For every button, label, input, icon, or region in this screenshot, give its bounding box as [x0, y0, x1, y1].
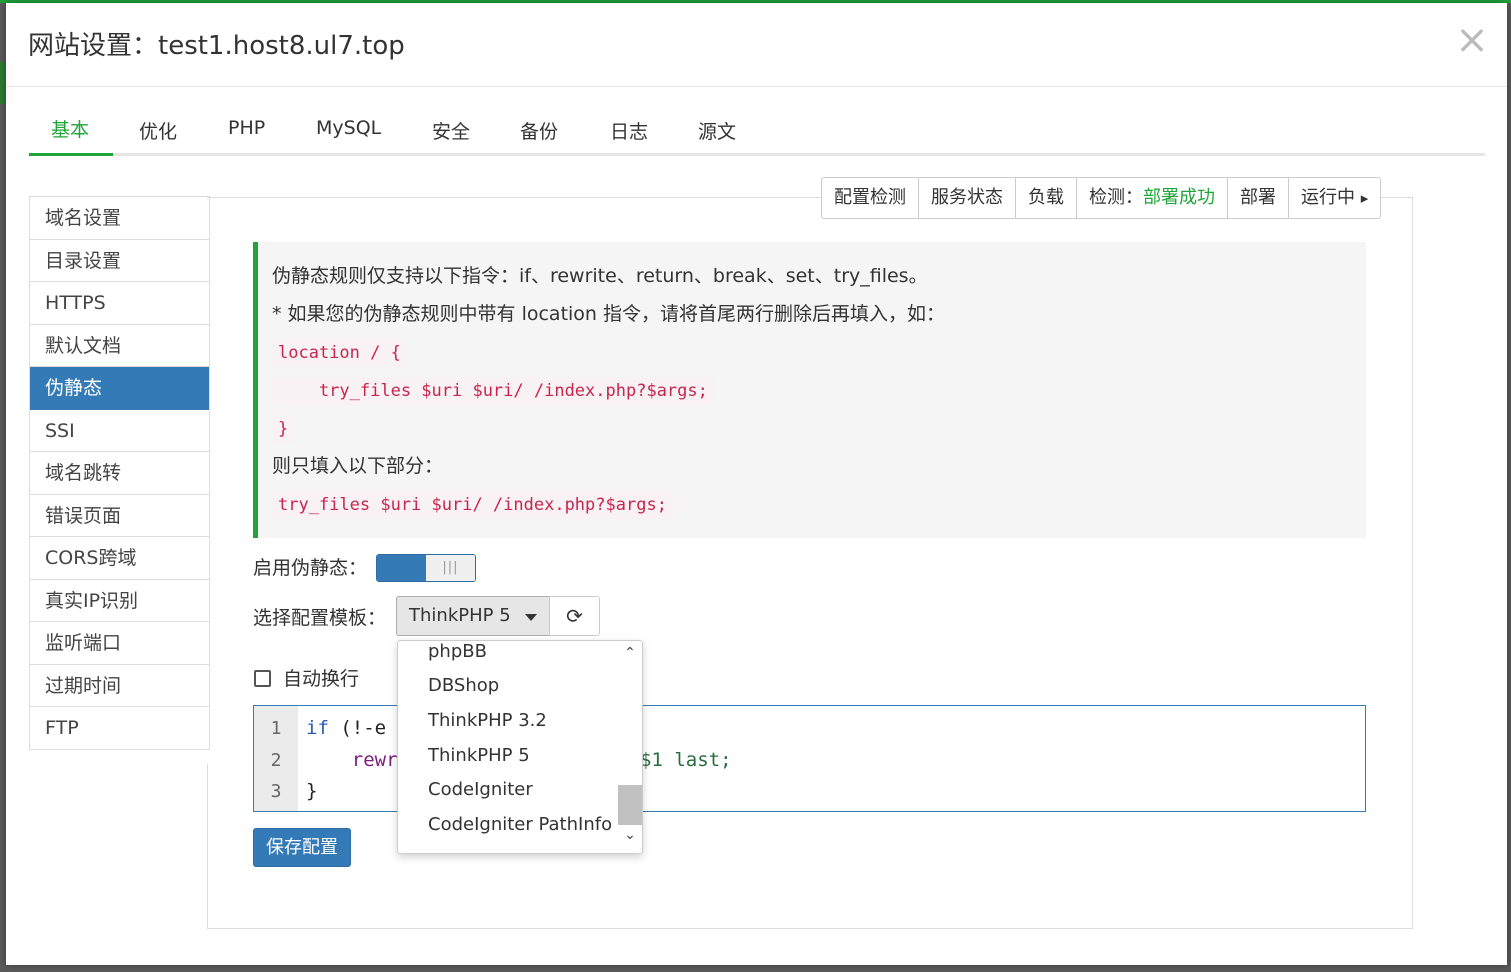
template-option[interactable]: phpBB — [428, 641, 487, 662]
code-keyword: if — [306, 717, 329, 739]
scroll-up-icon[interactable]: ⌃ — [623, 645, 637, 661]
dropdown-scrollbar[interactable]: ⌃ ⌄ — [618, 641, 642, 853]
tab-php[interactable]: PHP — [228, 117, 265, 139]
template-select-label: 选择配置模板： — [253, 607, 387, 629]
close-icon[interactable]: × — [1455, 20, 1489, 60]
panel-border — [207, 764, 208, 928]
toggle-knob: ||| — [426, 555, 475, 581]
sidebar-item-redirect[interactable]: 域名跳转 — [30, 452, 209, 495]
tab-source[interactable]: 源文 — [698, 117, 736, 144]
tips-code-2: try_files $uri $uri/ /index.php?$args; — [272, 377, 714, 405]
sidebar-item-expiry[interactable]: 过期时间 — [30, 665, 209, 707]
load-button[interactable]: 负载 — [1016, 178, 1077, 218]
line-number: 3 — [270, 781, 282, 802]
template-option[interactable]: CodeIgniter — [428, 779, 533, 800]
tab-mysql[interactable]: MySQL — [316, 117, 381, 139]
tab-basic[interactable]: 基本 — [51, 115, 89, 142]
toggle-on-fill — [377, 555, 426, 581]
sidebar-item-rewrite[interactable]: 伪静态 — [30, 367, 209, 410]
line-number: 2 — [270, 750, 282, 771]
auto-wrap-checkbox[interactable] — [254, 670, 271, 687]
code-text: (!-e — [328, 717, 387, 739]
save-config-button[interactable]: 保存配置 — [253, 828, 351, 867]
tips-code-4: try_files $uri $uri/ /index.php?$args; — [272, 491, 673, 519]
tips-line-2: * 如果您的伪静态规则中带有 location 指令，请将首尾两行删除后再填入，… — [272, 303, 946, 325]
tips-line-1: 伪静态规则仅支持以下指令：if、rewrite、return、break、set… — [272, 265, 928, 287]
template-selected-value: ThinkPHP 5 — [409, 605, 511, 626]
code-line-1: if (!-e — [306, 717, 386, 739]
sidebar-item-default-doc[interactable]: 默认文档 — [30, 325, 209, 367]
sidebar-item-directory[interactable]: 目录设置 — [30, 240, 209, 282]
tips-code-3: } — [272, 415, 295, 443]
sidebar-item-ftp[interactable]: FTP — [30, 707, 209, 750]
template-option[interactable]: DBShop — [428, 675, 499, 696]
tab-logs[interactable]: 日志 — [610, 117, 648, 144]
sidebar-item-ssi[interactable]: SSI — [30, 410, 209, 452]
sidebar-item-listen-port[interactable]: 监听端口 — [30, 622, 209, 665]
tips-line-3: 则只填入以下部分： — [272, 455, 444, 477]
chevron-down-icon — [525, 614, 537, 621]
template-select[interactable]: ThinkPHP 5 — [396, 596, 550, 636]
code-line-2: rewr — [306, 749, 398, 771]
site-settings-dialog: 网站设置：test1.host8.ul7.top × 基本 优化 PHP MyS… — [6, 3, 1507, 965]
caret-right-icon: ▸ — [1360, 189, 1369, 207]
code-line-2-tail: $1 last; — [640, 749, 732, 771]
detect-status[interactable]: 检测：部署成功 — [1077, 178, 1228, 218]
template-dropdown-list: phpBB DBShop ThinkPHP 3.2 ThinkPHP 5 Cod… — [397, 640, 643, 854]
dialog-header: 网站设置：test1.host8.ul7.top × — [6, 3, 1507, 87]
template-option[interactable]: ThinkPHP 5 — [428, 745, 530, 766]
sidebar-item-real-ip[interactable]: 真实IP识别 — [30, 580, 209, 622]
running-label: 运行中 — [1301, 187, 1355, 208]
template-option[interactable]: CodeIgniter PathInfo — [428, 814, 612, 835]
rewrite-tips: 伪静态规则仅支持以下指令：if、rewrite、return、break、set… — [253, 242, 1366, 538]
refresh-icon[interactable]: ⟳ — [549, 596, 600, 636]
active-tab-indicator — [29, 153, 113, 156]
scroll-down-icon[interactable]: ⌄ — [623, 827, 637, 843]
sidebar-item-cors[interactable]: CORS跨域 — [30, 537, 209, 580]
editor-gutter: 1 2 3 — [254, 706, 298, 811]
settings-sidebar: 域名设置 目录设置 HTTPS 默认文档 伪静态 SSI 域名跳转 错误页面 C… — [29, 196, 210, 750]
sidebar-item-error-pages[interactable]: 错误页面 — [30, 495, 209, 537]
tab-bar: 基本 优化 PHP MySQL 安全 备份 日志 源文 — [29, 107, 1485, 156]
tab-backup[interactable]: 备份 — [520, 117, 558, 144]
service-status-button[interactable]: 服务状态 — [919, 178, 1016, 218]
running-status-button[interactable]: 运行中 ▸ — [1289, 178, 1380, 218]
config-check-button[interactable]: 配置检测 — [822, 178, 919, 218]
code-line-3: } — [306, 780, 318, 802]
auto-wrap-label: 自动换行 — [283, 668, 360, 690]
enable-rewrite-toggle[interactable]: ||| — [376, 554, 476, 582]
status-button-group: 配置检测 服务状态 负载 检测：部署成功 部署 运行中 ▸ — [821, 177, 1382, 219]
sidebar-item-https[interactable]: HTTPS — [30, 282, 209, 325]
template-option[interactable]: ThinkPHP 3.2 — [428, 710, 547, 731]
tab-security[interactable]: 安全 — [432, 117, 470, 144]
sidebar-item-domains[interactable]: 域名设置 — [30, 197, 209, 240]
code-variable: $1 — [640, 749, 663, 771]
line-number: 1 — [270, 718, 282, 739]
code-directive: rewr — [306, 749, 398, 771]
scrollbar-thumb[interactable] — [618, 785, 642, 825]
code-text: last; — [662, 749, 732, 771]
detect-label: 检测： — [1089, 187, 1143, 208]
enable-rewrite-label: 启用伪静态： — [253, 557, 368, 579]
deploy-button[interactable]: 部署 — [1228, 178, 1289, 218]
tab-optimize[interactable]: 优化 — [139, 117, 177, 144]
detect-value: 部署成功 — [1143, 187, 1215, 208]
tips-code-1: location / { — [272, 339, 407, 367]
dialog-title: 网站设置：test1.host8.ul7.top — [28, 31, 405, 61]
